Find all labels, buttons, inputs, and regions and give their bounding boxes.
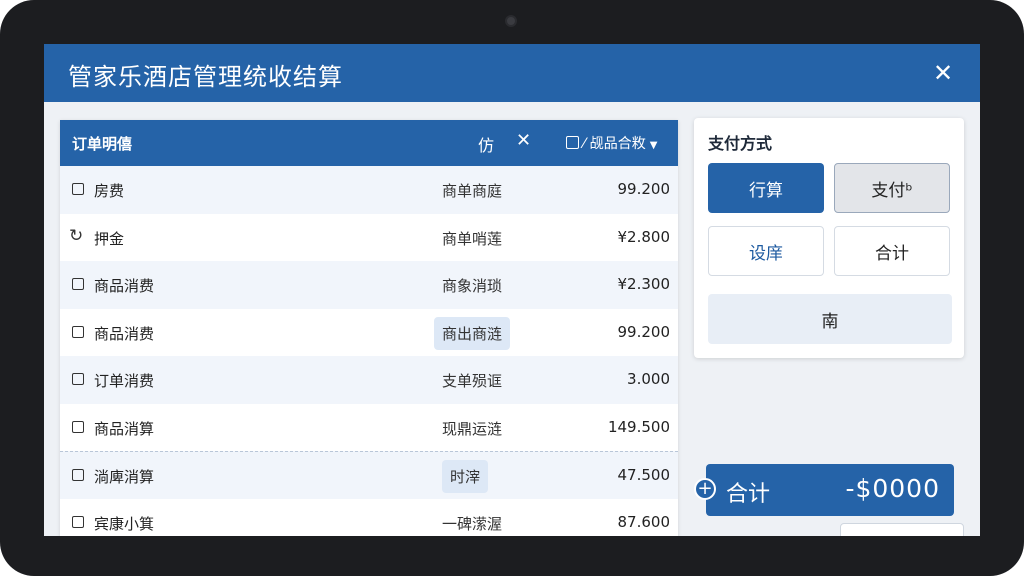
row-amount: 149.500 (607, 417, 670, 436)
clear-icon[interactable]: ✕ (516, 130, 531, 151)
row-status: 商象消琐 (442, 277, 503, 295)
row-status: 时滓 (442, 460, 489, 493)
order-panel-title: 订单明僖 (72, 135, 133, 153)
table-row[interactable]: 房费 商单商庭 99.200 (60, 166, 678, 214)
header-action-button[interactable]: 仿 (478, 132, 494, 156)
row-amount: 47.500 (617, 466, 671, 484)
row-checkbox[interactable] (72, 515, 84, 528)
payment-button-5[interactable]: 南 (708, 294, 952, 344)
row-status: 支单殒诓 (442, 372, 503, 390)
app-window: 管家乐酒店管理统收结算 ✕ 订单明僖 仿 ✕ ⁄ 觇品合敉 ▼ 房费 商单商庭 99.… (44, 44, 980, 536)
row-status: 现鼎运涟 (442, 419, 503, 438)
refresh-icon[interactable]: ↻ (69, 226, 83, 246)
row-name: 押金 (94, 229, 125, 248)
table-row[interactable]: ↻ 押金 商单哨莲 ¥2.800 (60, 214, 678, 262)
row-status: 一碑潆渥 (442, 514, 503, 533)
chevron-down-icon: ▼ (649, 140, 658, 151)
table-row[interactable]: 宾康小箕 一碑潆渥 87.600 (60, 499, 678, 537)
payment-button-2[interactable]: 支付ᵇ (834, 163, 950, 213)
tablet-frame: 管家乐酒店管理统收结算 ✕ 订单明僖 仿 ✕ ⁄ 觇品合敉 ▼ 房费 商单商庭 99.… (0, 0, 1024, 576)
payment-button-1[interactable]: 行算 (708, 163, 824, 213)
table-row[interactable]: 商品消费 商出商涟 99.200 (60, 309, 678, 357)
filter-dropdown[interactable]: ⁄ 觇品合敉 ▼ (566, 133, 658, 153)
row-name: 商品消费 (94, 324, 155, 343)
row-amount: 87.600 (617, 512, 671, 531)
row-status: 商单商庭 (442, 182, 503, 200)
title-bar: 管家乐酒店管理统收结算 ✕ (44, 44, 980, 102)
row-checkbox[interactable] (72, 373, 84, 385)
order-details-panel: 订单明僖 仿 ✕ ⁄ 觇品合敉 ▼ 房费 商单商庭 99.200 ↻ 押金 商单哨莲 ¥2.8… (60, 120, 678, 536)
row-name: 商品消算 (94, 419, 155, 438)
order-rows: 房费 商单商庭 99.200 ↻ 押金 商单哨莲 ¥2.800 商品消费 商象消琐 ¥2.300 商… (60, 166, 678, 536)
payment-button-4[interactable]: 合计 (834, 226, 950, 276)
camera-dot (505, 15, 517, 27)
close-icon[interactable]: ✕ (928, 58, 958, 88)
row-amount: ¥2.800 (617, 227, 671, 246)
row-amount: 99.200 (617, 180, 671, 198)
total-button[interactable]: + 合计 -$0000 (694, 464, 954, 516)
row-amount: 3.000 (627, 370, 670, 388)
table-row[interactable]: 商品消费 商象消琐 ¥2.300 (60, 261, 678, 309)
row-name: 房费 (94, 182, 125, 200)
row-checkbox[interactable] (72, 420, 84, 433)
bottom-tab[interactable] (840, 523, 964, 536)
row-amount: 99.200 (617, 322, 671, 341)
row-checkbox[interactable] (72, 183, 84, 195)
row-name: 商品消费 (94, 277, 155, 295)
row-name: 淌庳消算 (94, 468, 155, 486)
square-icon (566, 136, 579, 149)
row-checkbox[interactable] (72, 325, 84, 338)
table-row[interactable]: 订单消费 支单殒诓 3.000 (60, 356, 678, 404)
payment-button-3[interactable]: 设庠 (708, 226, 824, 276)
plus-icon: + (694, 478, 716, 500)
table-row[interactable]: 淌庳消算 时滓 47.500 (60, 451, 678, 499)
order-panel-header: 订单明僖 仿 ✕ ⁄ 觇品合敉 ▼ (60, 120, 678, 166)
filter-label: ⁄ 觇品合敉 (583, 136, 646, 152)
payment-panel: 支付方式 行算 支付ᵇ 设庠 合计 南 (694, 118, 964, 358)
row-checkbox[interactable] (72, 469, 84, 481)
row-name: 宾康小箕 (94, 514, 155, 533)
total-amount: -$0000 (845, 474, 940, 503)
row-amount: ¥2.300 (617, 275, 671, 293)
row-checkbox[interactable] (72, 278, 84, 290)
row-status: 商单哨莲 (442, 229, 503, 248)
total-label: 合计 (726, 482, 771, 507)
row-name: 订单消费 (94, 372, 155, 390)
row-status: 商出商涟 (434, 316, 511, 350)
window-title: 管家乐酒店管理统收结算 (68, 63, 343, 91)
table-row[interactable]: 商品消算 现鼎运涟 149.500 (60, 404, 678, 452)
payment-title: 支付方式 (708, 134, 773, 153)
